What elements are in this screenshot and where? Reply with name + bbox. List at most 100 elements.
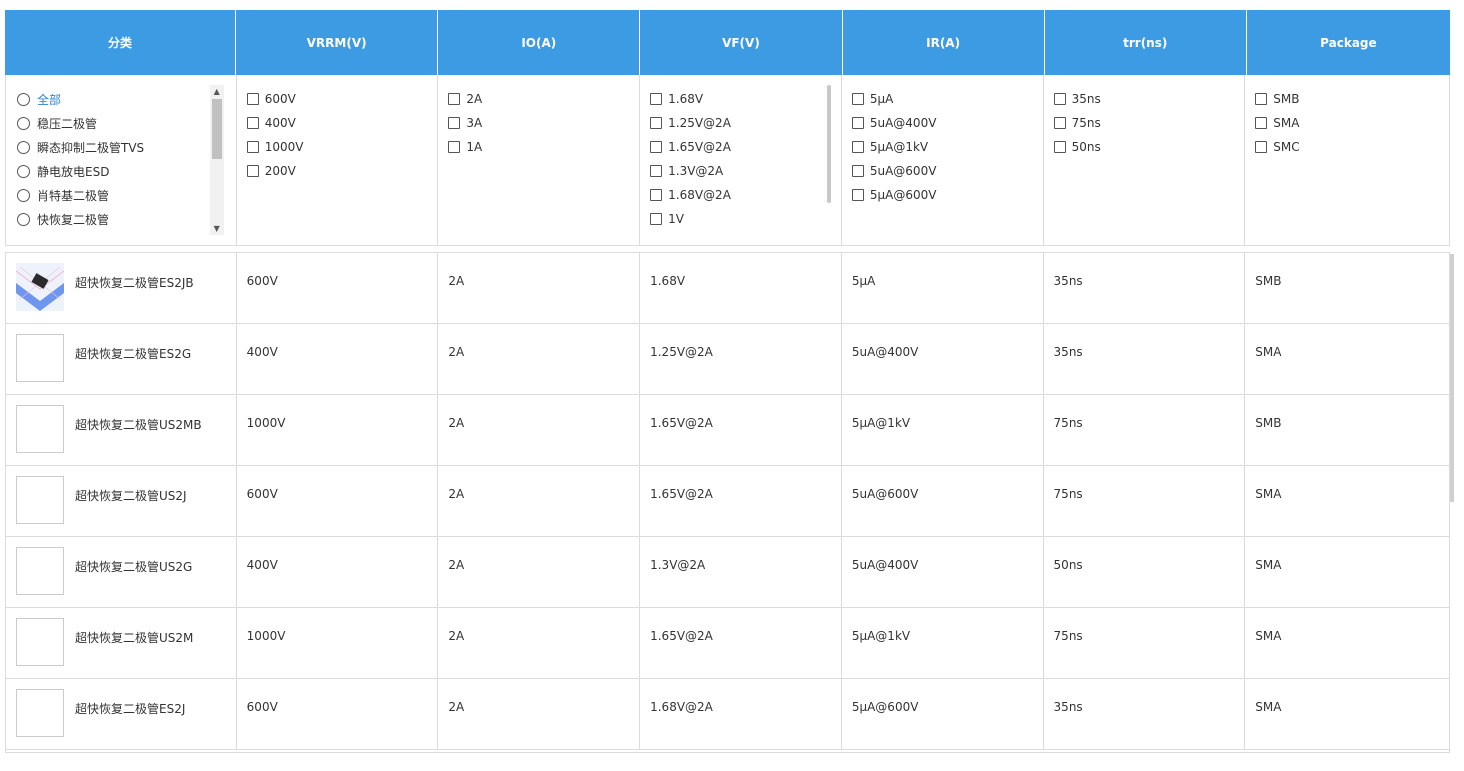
- io-option[interactable]: 2A: [448, 87, 639, 111]
- category-option[interactable]: 静电放电ESD: [17, 159, 236, 183]
- trr-value: 35ns: [1044, 253, 1246, 323]
- table-row[interactable]: 超快恢复二极管US2M 1000V 2A 1.65V@2A 5μA@1kV 75…: [6, 608, 1449, 679]
- ir-option[interactable]: 5μA@1kV: [851, 135, 1043, 159]
- table-row[interactable]: 超快恢复二极管US2MB 1000V 2A 1.65V@2A 5μA@1kV 7…: [6, 395, 1449, 466]
- product-name[interactable]: 超快恢复二极管ES2J: [75, 689, 185, 749]
- product-name[interactable]: 超快恢复二极管ES2G: [75, 334, 191, 394]
- product-name[interactable]: 超快恢复二极管US2J: [75, 476, 187, 536]
- table-row[interactable]: 超快恢复二极管ES2J 600V 2A 1.68V@2A 5μA@600V 35…: [6, 679, 1449, 750]
- category-scrollbar[interactable]: ▲ ▼: [209, 85, 224, 235]
- checkbox-icon[interactable]: [1255, 141, 1268, 153]
- table-row[interactable]: 超快恢复二极管ES2JB 600V 2A 1.68V 5μA 35ns SMB: [6, 253, 1449, 324]
- radio-icon[interactable]: [17, 116, 30, 130]
- category-option[interactable]: 全部: [17, 87, 236, 111]
- radio-icon[interactable]: [17, 164, 30, 178]
- trr-option[interactable]: 50ns: [1053, 135, 1245, 159]
- checkbox-icon[interactable]: [650, 117, 663, 129]
- vf-option[interactable]: 1.3V@2A: [650, 159, 841, 183]
- table-row[interactable]: 超快恢复二极管ES2G 400V 2A 1.25V@2A 5uA@400V 35…: [6, 324, 1449, 395]
- category-option[interactable]: 快恢复二极管: [17, 207, 236, 231]
- trr-option[interactable]: 35ns: [1053, 87, 1245, 111]
- checkbox-icon[interactable]: [246, 93, 259, 105]
- checkbox-icon[interactable]: [650, 165, 663, 177]
- radio-icon[interactable]: [17, 92, 30, 106]
- radio-icon[interactable]: [17, 188, 30, 202]
- category-option[interactable]: 稳压二极管: [17, 111, 236, 135]
- checkbox-icon[interactable]: [1053, 117, 1066, 129]
- vf-option[interactable]: 1.68V: [650, 87, 841, 111]
- header-ir: IR(A): [843, 10, 1045, 75]
- trr-value: 35ns: [1044, 679, 1246, 749]
- vrrm-value: 600V: [237, 253, 439, 323]
- scroll-up-icon[interactable]: ▲: [210, 85, 224, 98]
- package-option[interactable]: SMC: [1255, 135, 1449, 159]
- trr-option[interactable]: 75ns: [1053, 111, 1245, 135]
- vf-option[interactable]: 1.25V@2A: [650, 111, 841, 135]
- ir-option[interactable]: 5μA: [851, 87, 1043, 111]
- product-image[interactable]: [16, 547, 64, 595]
- checkbox-icon[interactable]: [1053, 141, 1066, 153]
- vrrm-option[interactable]: 200V: [246, 159, 438, 183]
- checkbox-icon[interactable]: [851, 93, 864, 105]
- vrrm-option[interactable]: 600V: [246, 87, 438, 111]
- vf-option[interactable]: 1.65V@2A: [650, 135, 841, 159]
- vf-option[interactable]: 1.68V@2A: [650, 183, 841, 207]
- category-option[interactable]: 瞬态抑制二极管TVS: [17, 135, 236, 159]
- io-option[interactable]: 1A: [448, 135, 639, 159]
- product-image[interactable]: [16, 334, 64, 382]
- checkbox-icon[interactable]: [650, 93, 663, 105]
- checkbox-icon[interactable]: [851, 141, 864, 153]
- vf-value: 1.65V@2A: [640, 466, 842, 536]
- checkbox-icon[interactable]: [246, 117, 259, 129]
- checkbox-icon[interactable]: [851, 117, 864, 129]
- package-option[interactable]: SMA: [1255, 111, 1449, 135]
- table-row[interactable]: 超快恢复二极管US2J 600V 2A 1.65V@2A 5uA@600V 75…: [6, 466, 1449, 537]
- checkbox-icon[interactable]: [1255, 93, 1268, 105]
- product-image[interactable]: [16, 618, 64, 666]
- checkbox-icon[interactable]: [1053, 93, 1066, 105]
- vf-option[interactable]: 1V: [650, 207, 841, 231]
- vrrm-value: 400V: [237, 324, 439, 394]
- category-option[interactable]: 肖特基二极管: [17, 183, 236, 207]
- product-image[interactable]: [16, 476, 64, 524]
- product-name[interactable]: 超快恢复二极管US2G: [75, 547, 192, 607]
- checkbox-icon[interactable]: [851, 165, 864, 177]
- io-option[interactable]: 3A: [448, 111, 639, 135]
- radio-icon[interactable]: [17, 140, 30, 154]
- ir-value: 5uA@400V: [842, 324, 1044, 394]
- vf-scrollbar[interactable]: [826, 85, 831, 203]
- radio-icon[interactable]: [17, 212, 30, 226]
- checkbox-icon[interactable]: [448, 93, 461, 105]
- scroll-thumb[interactable]: [211, 99, 222, 159]
- ir-option[interactable]: 5μA@600V: [851, 183, 1043, 207]
- vrrm-value: 400V: [237, 537, 439, 607]
- results-scrollbar[interactable]: [1450, 254, 1454, 502]
- product-name[interactable]: 超快恢复二极管ES2JB: [75, 263, 194, 323]
- checkbox-icon[interactable]: [1255, 117, 1268, 129]
- checkbox-icon[interactable]: [246, 165, 259, 177]
- product-image[interactable]: [16, 689, 64, 737]
- checkbox-icon[interactable]: [650, 141, 663, 153]
- ir-value: 5μA@600V: [842, 679, 1044, 749]
- product-image[interactable]: [16, 405, 64, 453]
- vrrm-option[interactable]: 1000V: [246, 135, 438, 159]
- package-value: SMA: [1255, 700, 1282, 714]
- vrrm-option[interactable]: 400V: [246, 111, 438, 135]
- product-name[interactable]: 超快恢复二极管US2MB: [75, 405, 202, 465]
- checkbox-icon[interactable]: [650, 213, 663, 225]
- scroll-down-icon[interactable]: ▼: [210, 222, 224, 235]
- checkbox-icon[interactable]: [448, 117, 461, 129]
- ir-option[interactable]: 5uA@600V: [851, 159, 1043, 183]
- checkbox-icon[interactable]: [246, 141, 259, 153]
- ir-option[interactable]: 5uA@400V: [851, 111, 1043, 135]
- package-option[interactable]: SMB: [1255, 87, 1449, 111]
- ir-value: 5μA: [842, 253, 1044, 323]
- filter-table: 分类 VRRM(V) IO(A) VF(V) IR(A) trr(ns) Pac…: [5, 10, 1450, 246]
- table-row[interactable]: 超快恢复二极管US2G 400V 2A 1.3V@2A 5uA@400V 50n…: [6, 537, 1449, 608]
- product-name[interactable]: 超快恢复二极管US2M: [75, 618, 193, 678]
- product-image[interactable]: [16, 263, 64, 311]
- checkbox-icon[interactable]: [851, 189, 864, 201]
- checkbox-icon[interactable]: [448, 141, 461, 153]
- checkbox-icon[interactable]: [650, 189, 663, 201]
- trr-filter: 35ns 75ns 50ns: [1044, 75, 1246, 245]
